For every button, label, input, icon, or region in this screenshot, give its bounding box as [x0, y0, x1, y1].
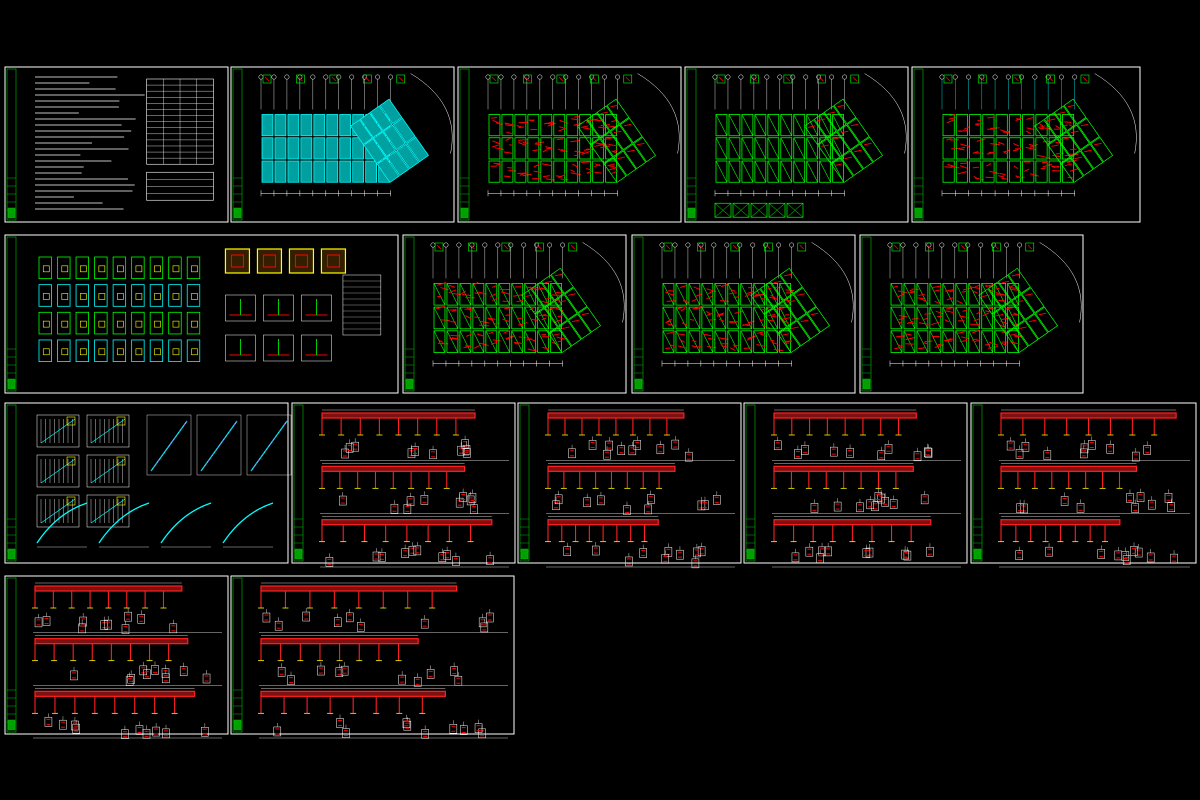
drawing-sheet	[911, 66, 1141, 223]
drawing-sheet	[230, 66, 455, 223]
drawing-sheet	[970, 402, 1197, 568]
cad-drawing-canvas	[0, 0, 1200, 800]
drawing-sheet	[402, 234, 627, 394]
drawing-sheet	[859, 234, 1084, 394]
drawing-sheet	[743, 402, 968, 568]
drawing-sheet	[4, 234, 399, 394]
drawing-sheet	[457, 66, 682, 223]
drawing-sheet	[291, 402, 516, 568]
drawing-sheets-layout	[4, 66, 1197, 739]
drawing-sheet	[4, 66, 229, 223]
drawing-sheet	[4, 402, 292, 564]
drawing-sheet	[230, 575, 515, 739]
drawing-sheet	[4, 575, 229, 739]
drawing-sheet	[517, 402, 742, 569]
drawing-sheet	[631, 234, 856, 394]
drawing-sheet	[684, 66, 909, 223]
